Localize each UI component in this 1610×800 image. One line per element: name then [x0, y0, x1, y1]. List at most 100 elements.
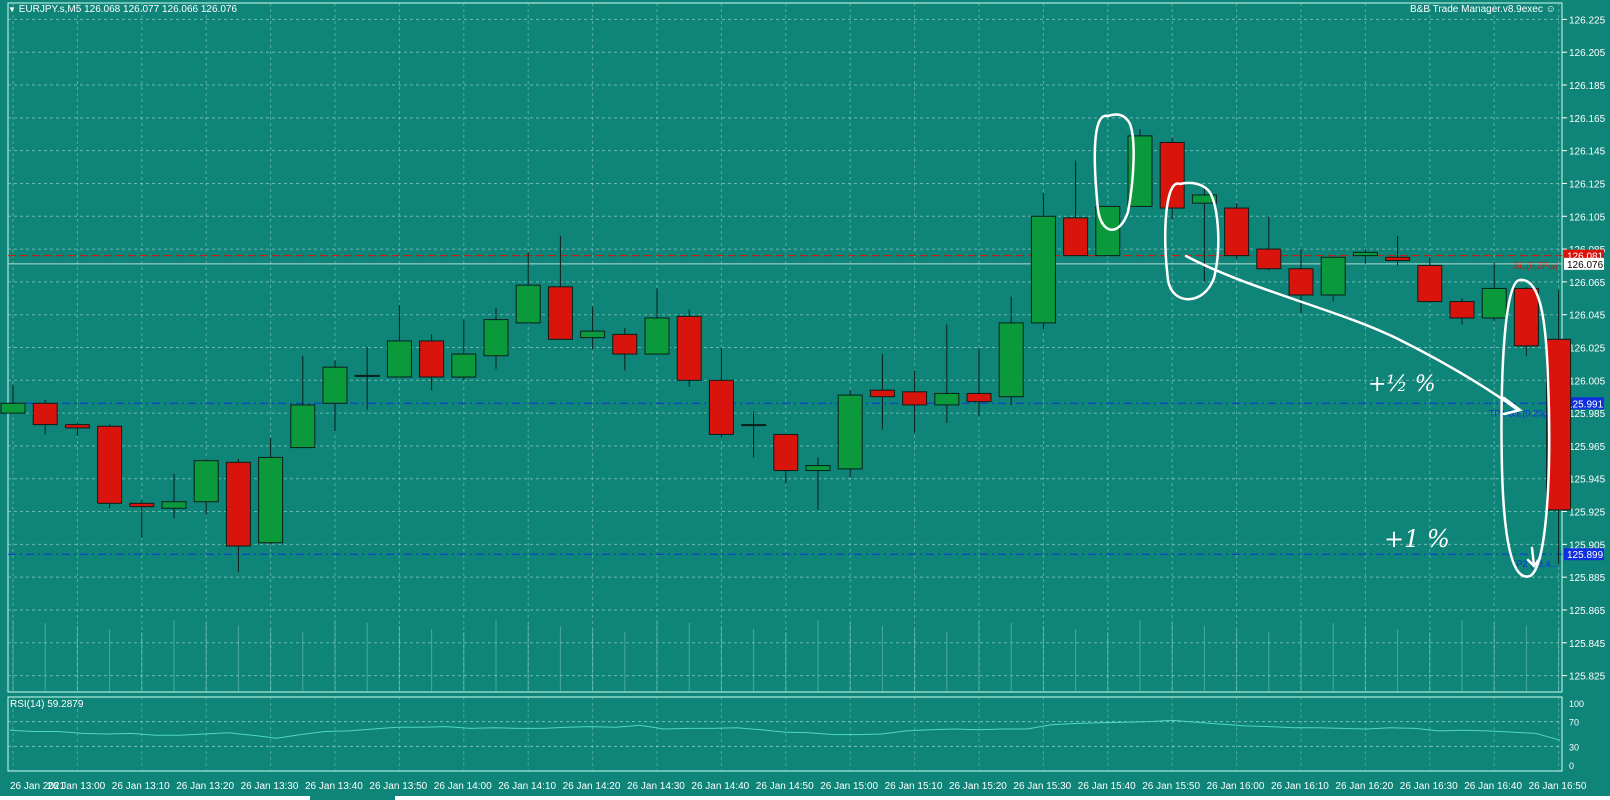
candle-bull: [1352, 251, 1378, 257]
candle-bull: [290, 404, 316, 449]
time-tick-label-top: 26 Jan 15:00: [820, 781, 878, 792]
price-tick-label: 126.025: [1569, 344, 1606, 355]
candle-bull: [386, 340, 412, 378]
candle-bear: [1256, 248, 1282, 270]
candle-bull: [1030, 215, 1056, 324]
candle-bear: [1063, 217, 1089, 257]
price-tick-label: 125.885: [1569, 573, 1606, 584]
annotation-one-percent: +1 %: [1384, 525, 1450, 553]
time-tick-label-top: 26 Jan 13:20: [176, 781, 234, 792]
price-tick-label: 125.925: [1569, 508, 1606, 519]
rsi-label: RSI(14) 59.2879: [10, 699, 84, 710]
price-tick-label: 126.145: [1569, 147, 1606, 158]
annotation-half-percent: +½ %: [1368, 372, 1436, 397]
symbol-header: ▼ EURJPY.s,M5 126.068 126.077 126.066 12…: [8, 4, 237, 15]
candle-bull: [161, 501, 187, 509]
candle-bull: [258, 456, 284, 544]
candle-bear: [129, 502, 155, 508]
candle-bull: [998, 322, 1024, 398]
price-tick-label: 126.185: [1569, 81, 1606, 92]
candle-bear: [869, 389, 895, 398]
price-tick-label: 126.065: [1569, 278, 1606, 289]
candle-bear: [1159, 141, 1185, 209]
time-tick-label-top: 26 Jan 13:50: [369, 781, 427, 792]
candle-bear: [708, 379, 734, 435]
level-price-label-tp2: 125.899: [1567, 550, 1604, 561]
candle-bull: [0, 402, 26, 414]
candle-bull: [934, 392, 960, 406]
time-tick-label-top: 26 Jan 15:30: [1013, 781, 1071, 792]
scrollbar-segment-2: [395, 796, 1610, 800]
candle-bear: [902, 391, 928, 406]
time-tick-label-top: 26 Jan 16:30: [1400, 781, 1458, 792]
price-tick-label: 126.005: [1569, 376, 1606, 387]
price-tick-label: 125.845: [1569, 639, 1606, 650]
price-tick-label: 126.205: [1569, 48, 1606, 59]
price-tick-label: 126.125: [1569, 179, 1606, 190]
rsi-level-label: 0: [1569, 761, 1574, 771]
time-tick-label-top: 26 Jan 16:10: [1271, 781, 1329, 792]
candle-bear: [676, 315, 702, 381]
time-tick-label-top: 26 Jan 14:30: [627, 781, 685, 792]
candle-bear: [225, 461, 251, 547]
candle-bear: [1513, 287, 1539, 347]
chart-window: 126.225 126.205 126.185 126.165 126.145 126.1…: [0, 0, 1610, 800]
candle-bull: [644, 317, 670, 355]
price-tick-label: 125.965: [1569, 442, 1606, 453]
candle-bear: [966, 392, 992, 403]
level-label-sl: SL (0.2Pts): [1513, 261, 1558, 271]
time-tick-label-top: 26 Jan 15:50: [1142, 781, 1200, 792]
time-tick-label-top: 26 Jan 14:10: [498, 781, 556, 792]
scrollbar-segment: [0, 796, 310, 800]
collapse-triangle-icon[interactable]: ▼: [8, 5, 16, 14]
candle-bull: [515, 284, 541, 324]
candle-bear: [612, 333, 638, 355]
candle-bear: [773, 433, 799, 472]
level-price-label-tp1: 125.991: [1567, 399, 1604, 410]
price-tick-label: 125.985: [1569, 409, 1606, 420]
candle-bear: [1288, 268, 1314, 296]
rsi-level-label: 70: [1569, 718, 1579, 728]
candle-bear: [547, 286, 573, 340]
candle-bear: [1449, 301, 1475, 319]
price-tick-label: 125.825: [1569, 672, 1606, 683]
time-tick-label-top: 26 Jan 14:50: [756, 781, 814, 792]
time-tick-label-top: 26 Jan 15:40: [1078, 781, 1136, 792]
candle-bear: [32, 402, 58, 426]
candle-bull: [837, 394, 863, 470]
candle-bear: [97, 425, 123, 504]
time-tick-label-top: 26 Jan 15:10: [885, 781, 943, 792]
time-tick-label-top: 26 Jan 16:00: [1207, 781, 1265, 792]
price-tick-label: 125.945: [1569, 475, 1606, 486]
level-price-label-bid: 126.076: [1567, 260, 1604, 271]
candle-bear: [1224, 207, 1250, 257]
time-tick-label-top: 26 Jan 13:40: [305, 781, 363, 792]
price-tick-label: 126.105: [1569, 212, 1606, 223]
time-tick-label-top: 26 Jan 15:20: [949, 781, 1007, 792]
candle-bull: [1481, 287, 1507, 319]
candle-bull: [451, 353, 477, 378]
time-tick-label-top: 26 Jan 14:00: [434, 781, 492, 792]
time-tick-label-top: 26 Jan 14:20: [563, 781, 621, 792]
candle-bull: [1320, 256, 1346, 296]
candle-bull: [805, 465, 831, 472]
candle-bear: [1385, 256, 1411, 262]
candle-bear: [419, 340, 445, 378]
price-tick-label: 126.045: [1569, 311, 1606, 322]
candle-bear: [64, 424, 90, 429]
candle-bull: [354, 374, 380, 377]
expert-label: B&B Trade Manager.v8.9exec ☺: [1410, 4, 1556, 15]
time-tick-label-top: 26 Jan 14:40: [691, 781, 749, 792]
rsi-level-label: 100: [1569, 699, 1584, 709]
price-tick-label: 126.225: [1569, 15, 1606, 26]
time-tick-label-top: 26 Jan 13:10: [112, 781, 170, 792]
candle-bull: [580, 330, 606, 339]
time-tick-label-top: 26 Jan 16:50: [1529, 781, 1587, 792]
candlestick-chart[interactable]: 126.225 126.205 126.185 126.165 126.145 126.1…: [0, 0, 1610, 800]
annotation-arrow-line: [1184, 254, 1520, 412]
time-tick-label-top: 26 Jan 13:00: [47, 781, 105, 792]
price-tick-label: 125.865: [1569, 606, 1606, 617]
time-tick-label-top: 26 Jan 13:30: [241, 781, 299, 792]
candle-bull: [483, 319, 509, 357]
price-tick-label: 126.165: [1569, 114, 1606, 125]
